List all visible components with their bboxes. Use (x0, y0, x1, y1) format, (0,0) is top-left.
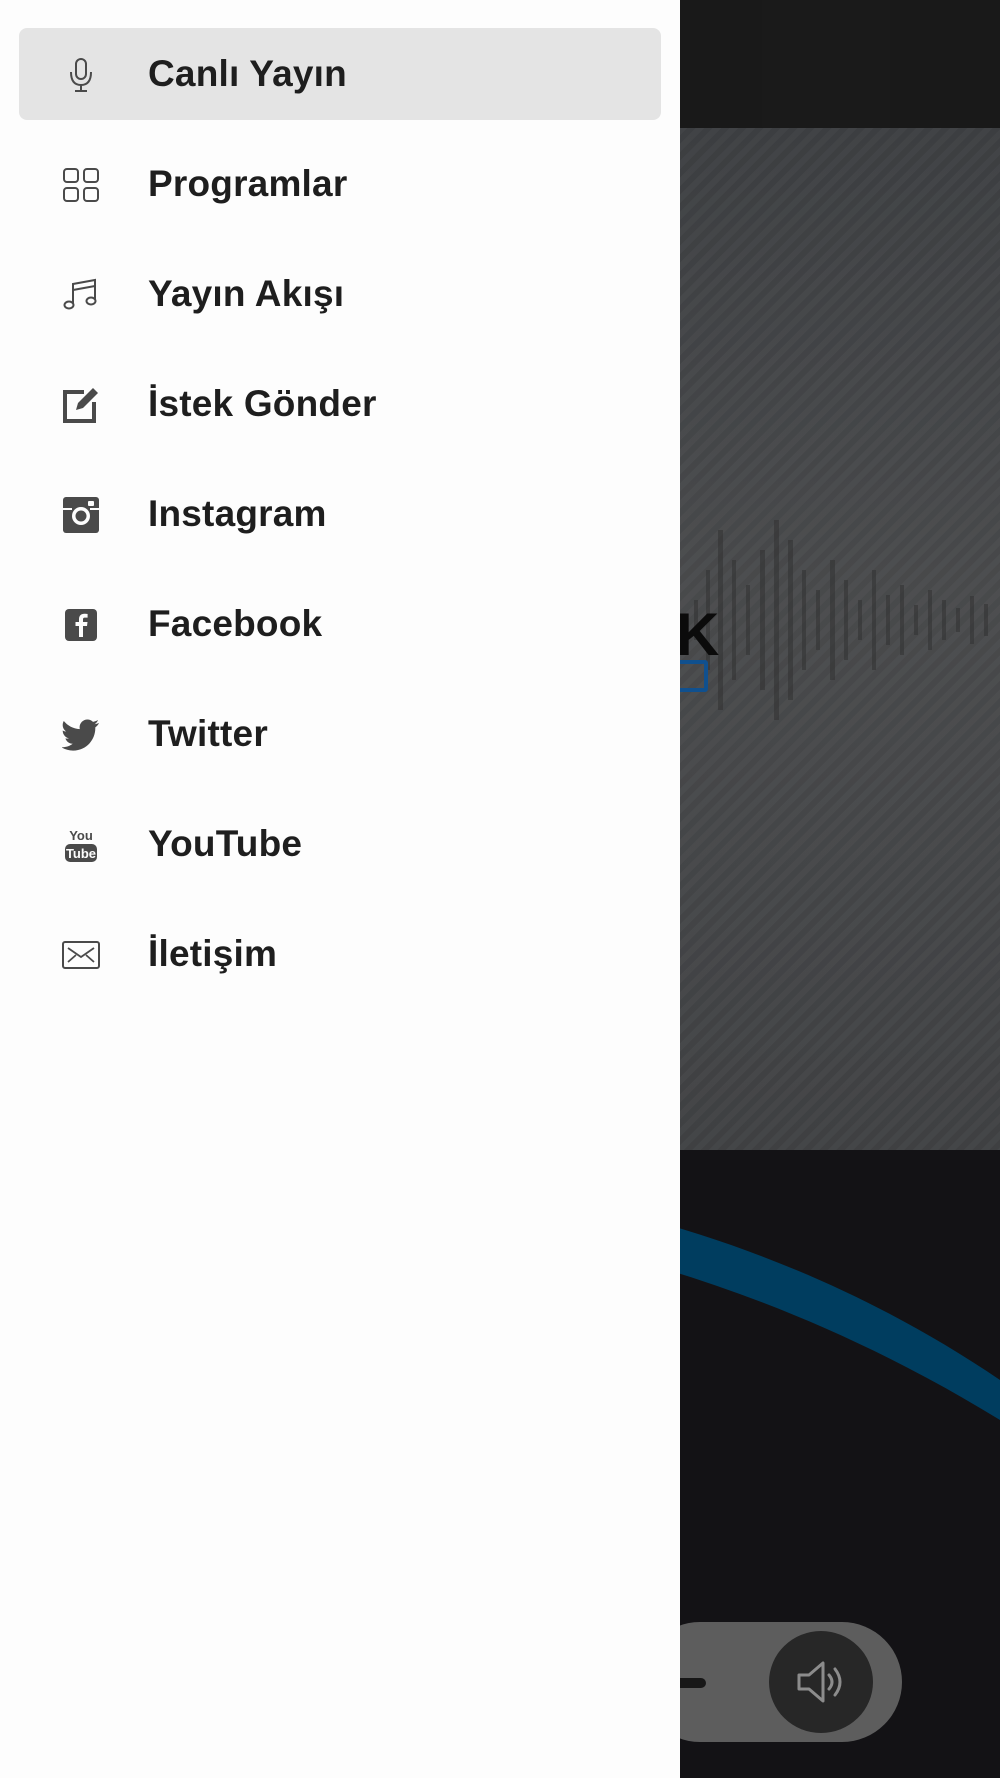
svg-text:You: You (69, 828, 93, 843)
navigation-drawer: Canlı Yayın Programlar Yayın Akışı İstek… (0, 0, 680, 1778)
menu-item-yayin-akisi[interactable]: Yayın Akışı (19, 248, 661, 340)
menu-item-instagram[interactable]: Instagram (19, 468, 661, 560)
menu-label: Facebook (148, 603, 323, 644)
menu-item-canli-yayin[interactable]: Canlı Yayın (19, 28, 661, 120)
grid-icon (61, 166, 101, 204)
music-note-icon (61, 276, 101, 314)
svg-text:Tube: Tube (66, 846, 96, 861)
youtube-icon: You Tube (61, 826, 101, 864)
menu-label: Programlar (148, 163, 348, 204)
menu-item-programlar[interactable]: Programlar (19, 138, 661, 230)
drawer-menu: Canlı Yayın Programlar Yayın Akışı İstek… (0, 0, 680, 1000)
instagram-icon (61, 496, 101, 534)
edit-icon (61, 386, 101, 424)
menu-label: YouTube (148, 823, 303, 864)
menu-item-iletisim[interactable]: İletişim (19, 908, 661, 1000)
menu-item-istek-gonder[interactable]: İstek Gönder (19, 358, 661, 450)
mail-icon (61, 936, 101, 974)
twitter-icon (61, 716, 101, 754)
menu-label: Yayın Akışı (148, 273, 345, 314)
menu-label: İletişim (148, 933, 278, 974)
menu-label: Canlı Yayın (148, 53, 347, 94)
microphone-icon (61, 56, 101, 94)
menu-item-twitter[interactable]: Twitter (19, 688, 661, 780)
menu-label: Instagram (148, 493, 327, 534)
facebook-icon (61, 606, 101, 644)
menu-label: İstek Gönder (148, 383, 377, 424)
menu-label: Twitter (148, 713, 268, 754)
menu-item-youtube[interactable]: You Tube YouTube (19, 798, 661, 890)
menu-item-facebook[interactable]: Facebook (19, 578, 661, 670)
